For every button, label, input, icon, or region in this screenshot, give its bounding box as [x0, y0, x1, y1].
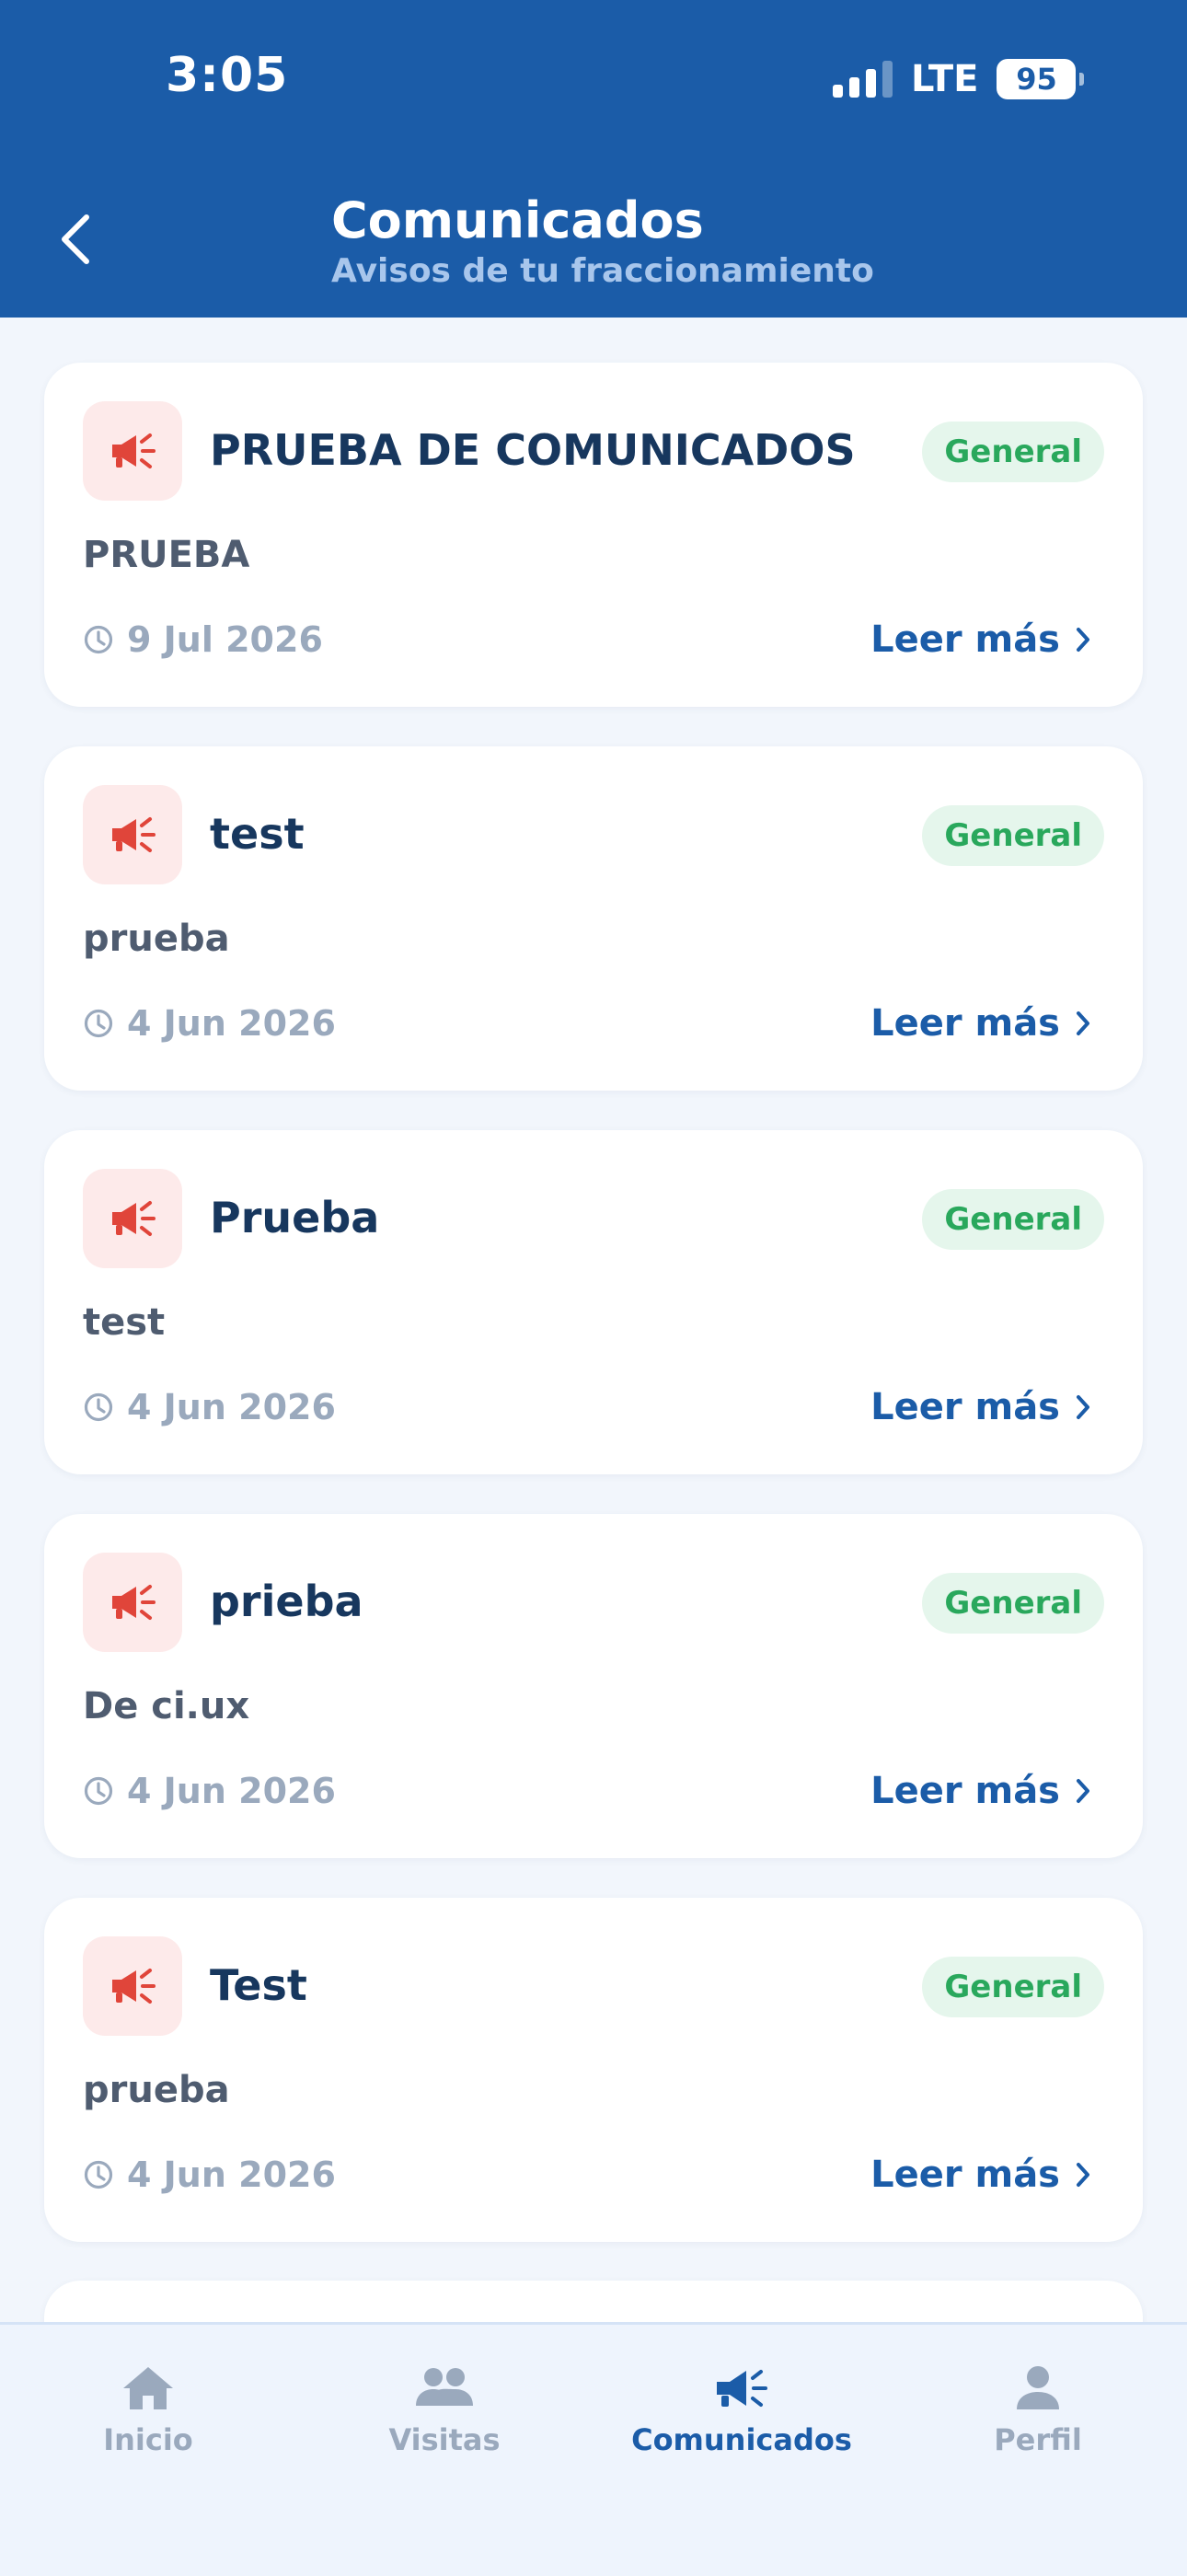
read-more-label: Leer más — [870, 1386, 1060, 1428]
announcement-title: PRUEBA DE COMUNICADOS — [210, 425, 856, 475]
announcement-body: prueba — [83, 2069, 230, 2111]
chevron-right-icon — [1077, 2163, 1089, 2187]
app-header: 3:05 LTE 95 Comunicados Avisos de tu fra… — [0, 0, 1187, 318]
date-text: 4 Jun 2026 — [127, 1387, 336, 1427]
read-more-link[interactable]: Leer más — [870, 1768, 1091, 1814]
chevron-right-icon — [1077, 1779, 1089, 1803]
category-badge: General — [922, 1957, 1104, 2017]
clock-icon — [84, 1009, 113, 1038]
category-badge: General — [922, 422, 1104, 482]
announcement-card[interactable]: Test General prueba 4 Jun 2026 Leer más — [44, 1898, 1143, 2242]
date-text: 4 Jun 2026 — [127, 2154, 336, 2195]
announcement-body: prueba — [83, 918, 230, 960]
home-icon — [123, 2367, 173, 2409]
read-more-link[interactable]: Leer más — [870, 1384, 1091, 1430]
battery-icon: 95 — [997, 59, 1085, 99]
read-more-link[interactable]: Leer más — [870, 617, 1091, 663]
signal-icon — [833, 61, 893, 98]
date-text: 9 Jul 2026 — [127, 619, 323, 660]
announcement-date: 9 Jul 2026 — [83, 618, 323, 661]
megaphone-icon — [83, 401, 182, 501]
megaphone-icon — [83, 1169, 182, 1268]
battery-level: 95 — [1016, 62, 1057, 97]
read-more-label: Leer más — [870, 2154, 1060, 2196]
person-icon — [1017, 2366, 1059, 2409]
megaphone-icon — [83, 785, 182, 884]
announcement-body: test — [83, 1301, 166, 1344]
announcement-date: 4 Jun 2026 — [83, 1386, 336, 1428]
tab-visitas[interactable]: Visitas — [334, 2363, 555, 2457]
announcement-body: PRUEBA — [83, 534, 250, 576]
announcement-card[interactable]: prieba General De ci.ux 4 Jun 2026 Leer … — [44, 1514, 1143, 1858]
back-arrow-icon[interactable] — [53, 210, 99, 269]
category-badge: General — [922, 1573, 1104, 1634]
clock-icon — [84, 1392, 113, 1422]
tab-label: Inicio — [103, 2422, 193, 2457]
announcement-title: prieba — [210, 1577, 363, 1626]
bottom-tab-bar: Inicio Visitas Comunicados Perfil — [0, 2322, 1187, 2576]
tab-label: Visitas — [388, 2422, 501, 2457]
status-time: 3:05 — [166, 48, 289, 103]
announcement-date: 4 Jun 2026 — [83, 1002, 336, 1045]
status-indicators: LTE 95 — [833, 52, 1085, 107]
chevron-right-icon — [1077, 1395, 1089, 1419]
megaphone-icon — [717, 2370, 767, 2407]
chevron-right-icon — [1077, 628, 1089, 652]
date-text: 4 Jun 2026 — [127, 1771, 336, 1811]
page-title: Comunicados — [331, 191, 704, 249]
category-badge: General — [922, 1189, 1104, 1250]
announcement-card[interactable]: PRUEBA DE COMUNICADOS General PRUEBA 9 J… — [44, 363, 1143, 707]
tab-label: Perfil — [994, 2422, 1082, 2457]
announcement-date: 4 Jun 2026 — [83, 1770, 336, 1812]
announcement-title: Test — [210, 1960, 307, 2010]
network-label: LTE — [911, 58, 979, 100]
clock-icon — [84, 1776, 113, 1806]
page-subtitle: Avisos de tu fraccionamiento — [331, 252, 874, 290]
tab-perfil[interactable]: Perfil — [928, 2363, 1148, 2457]
announcement-card[interactable]: Prueba General test 4 Jun 2026 Leer más — [44, 1130, 1143, 1474]
read-more-label: Leer más — [870, 618, 1060, 661]
chevron-right-icon — [1077, 1011, 1089, 1035]
category-badge: General — [922, 805, 1104, 866]
read-more-label: Leer más — [870, 1002, 1060, 1045]
people-icon — [416, 2368, 473, 2406]
announcement-title: Prueba — [210, 1193, 380, 1242]
tab-comunicados[interactable]: Comunicados — [631, 2363, 852, 2457]
megaphone-icon — [83, 1553, 182, 1652]
clock-icon — [84, 625, 113, 654]
announcement-card[interactable]: test General prueba 4 Jun 2026 Leer más — [44, 746, 1143, 1091]
read-more-link[interactable]: Leer más — [870, 2152, 1091, 2198]
read-more-label: Leer más — [870, 1770, 1060, 1812]
tab-inicio[interactable]: Inicio — [38, 2363, 259, 2457]
announcement-date: 4 Jun 2026 — [83, 2154, 336, 2196]
megaphone-icon — [83, 1936, 182, 2036]
announcement-title: test — [210, 809, 305, 859]
tab-label: Comunicados — [631, 2422, 852, 2457]
date-text: 4 Jun 2026 — [127, 1003, 336, 1044]
clock-icon — [84, 2160, 113, 2189]
announcement-body: De ci.ux — [83, 1685, 250, 1727]
read-more-link[interactable]: Leer más — [870, 1000, 1091, 1046]
